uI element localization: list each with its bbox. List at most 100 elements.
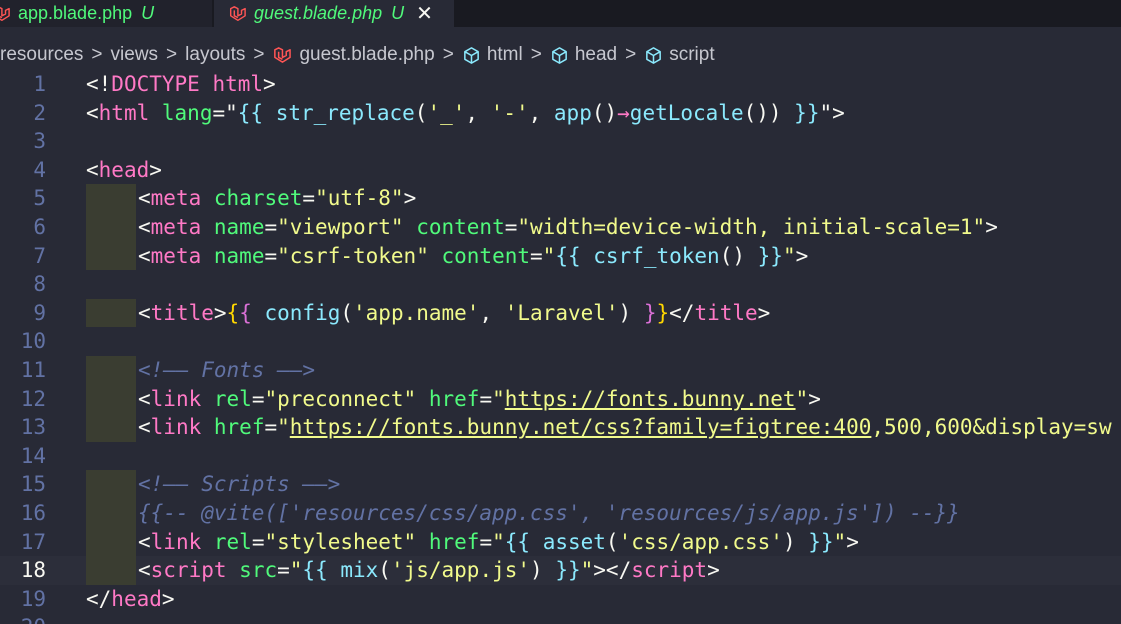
code-token: script — [150, 558, 227, 583]
code-line[interactable]: 14 — [0, 442, 1121, 471]
code-token: = — [479, 529, 493, 554]
code-line[interactable]: 17 <link rel="stylesheet" href="{{ asset(… — [0, 527, 1121, 557]
code-token: = — [479, 386, 493, 411]
code-line[interactable]: 13 <link href="https://fonts.bunny.net/cs… — [0, 413, 1121, 442]
code-text: <script src="{{ mix('js/app.js') }}"></s… — [138, 556, 720, 585]
code-line[interactable]: 7 <meta name="csrf-token" content="{{ csr… — [0, 241, 1121, 271]
code-token: lang — [161, 100, 213, 125]
code-token: html — [98, 100, 150, 125]
code-token: > — [795, 243, 809, 268]
breadcrumb-item[interactable]: layouts — [185, 44, 245, 66]
code-line[interactable]: 9 <title>{{ config('app.name', 'Laravel')… — [0, 298, 1121, 328]
code-line[interactable]: 16 {{-- @vite(['resources/css/app.css', '… — [0, 499, 1121, 528]
code-token: meta — [150, 215, 202, 239]
code-token: < — [138, 300, 151, 325]
code-text: <link rel="stylesheet" href="{{ asset('c… — [138, 528, 859, 557]
code-line[interactable]: 8 — [0, 270, 1121, 299]
code-token: < — [138, 529, 151, 554]
code-token: getLocale — [629, 100, 744, 125]
code-line[interactable]: 3 — [0, 127, 1121, 156]
code-token: = — [302, 186, 316, 211]
code-editor[interactable]: 1 <!DOCTYPE html> 2 <html lang="{{ str_repl… — [0, 70, 1121, 624]
code-line[interactable]: 4 <head> — [0, 156, 1121, 185]
code-line[interactable]: 15 <!—— Scripts ——> — [0, 470, 1121, 499]
code-token: =" — [212, 100, 238, 125]
code-text: </head> — [86, 585, 175, 614]
line-number: 7 — [33, 243, 46, 268]
breadcrumb-item[interactable]: head — [550, 44, 617, 66]
git-status-badge: U — [391, 3, 405, 23]
code-token: < — [138, 243, 151, 268]
breadcrumb-item[interactable]: resources — [0, 44, 83, 66]
cube-icon — [646, 46, 662, 64]
code-token: content — [416, 215, 505, 239]
git-status-badge: U — [141, 3, 155, 23]
code-token: " — [289, 558, 303, 583]
code-token: > — [149, 157, 162, 182]
code-token: () — [591, 100, 618, 125]
code-token: script — [631, 558, 708, 583]
code-line[interactable]: 6 <meta name="viewport" content="width=de… — [0, 213, 1121, 242]
code-token: < — [86, 157, 99, 182]
code-token: {{ — [237, 100, 276, 125]
code-line[interactable]: 10 — [0, 327, 1121, 356]
breadcrumb-label: head — [574, 44, 618, 65]
code-token: " — [795, 386, 809, 411]
indent-highlight — [86, 356, 136, 385]
breadcrumb-label: script — [669, 44, 715, 65]
breadcrumb-separator: > — [253, 44, 265, 65]
code-token: meta — [150, 243, 202, 268]
code-token: "csrf-token" — [277, 243, 429, 268]
code-token: = — [251, 529, 265, 554]
code-token: = — [264, 215, 278, 239]
code-line[interactable]: 5 <meta charset="utf-8"> — [0, 184, 1121, 213]
code-text: <meta name="viewport" content="width=dev… — [138, 213, 998, 242]
code-token: = — [251, 386, 265, 411]
line-number: 18 — [20, 558, 46, 583]
code-token: < — [138, 415, 151, 440]
code-token: 'Laravel' — [504, 300, 619, 325]
close-icon[interactable]: ✕ — [416, 1, 433, 26]
code-text: <title>{{ config('app.name', 'Laravel') … — [138, 299, 770, 328]
code-line[interactable]: 2 <html lang="{{ str_replace('_', '-', ap… — [0, 99, 1121, 128]
code-token: > — [757, 300, 771, 325]
code-line[interactable]: 18 <script src="{{ mix('js/app.js') }}"><… — [0, 556, 1121, 585]
breadcrumb-item[interactable]: script — [644, 44, 715, 66]
code-token: <!—— Fonts ——> — [138, 358, 316, 382]
cube-icon — [551, 46, 567, 64]
code-token: ( — [605, 529, 619, 554]
cube-icon — [463, 46, 479, 64]
code-token: "preconnect" — [264, 386, 417, 411]
code-line[interactable]: 1 <!DOCTYPE html> — [0, 70, 1121, 99]
code-token: < — [138, 215, 151, 239]
laravel-icon — [274, 46, 292, 63]
code-text: <!—— Scripts ——> — [138, 470, 340, 499]
code-line[interactable]: 11 <!—— Fonts ——> — [0, 356, 1121, 385]
code-text: {{-- @vite(['resources/css/app.css', 're… — [138, 499, 960, 528]
code-line[interactable]: 12 <link rel="preconnect" href="https://f… — [0, 384, 1121, 414]
code-token: str_replace — [275, 100, 415, 125]
breadcrumb-item[interactable]: views — [111, 44, 159, 66]
code-token: ,500,600&display=sw — [871, 415, 1112, 440]
line-number: 1 — [33, 72, 46, 96]
code-token: title — [150, 300, 214, 325]
code-token: < — [138, 186, 151, 211]
tab-guest-blade[interactable]: guest.blade.php U ✕ — [214, 0, 454, 27]
code-line[interactable]: 19 </head> — [0, 585, 1121, 614]
code-token: {{ — [504, 529, 543, 554]
line-number: 17 — [20, 529, 46, 554]
code-line[interactable]: 20 — [0, 613, 1121, 624]
breadcrumb-item[interactable]: html — [462, 44, 523, 66]
breadcrumb-item[interactable]: guest.blade.php — [272, 44, 435, 66]
code-token: = — [264, 415, 278, 440]
tab-app-blade[interactable]: app.blade.php U — [0, 0, 212, 27]
code-token: () — [719, 243, 745, 268]
